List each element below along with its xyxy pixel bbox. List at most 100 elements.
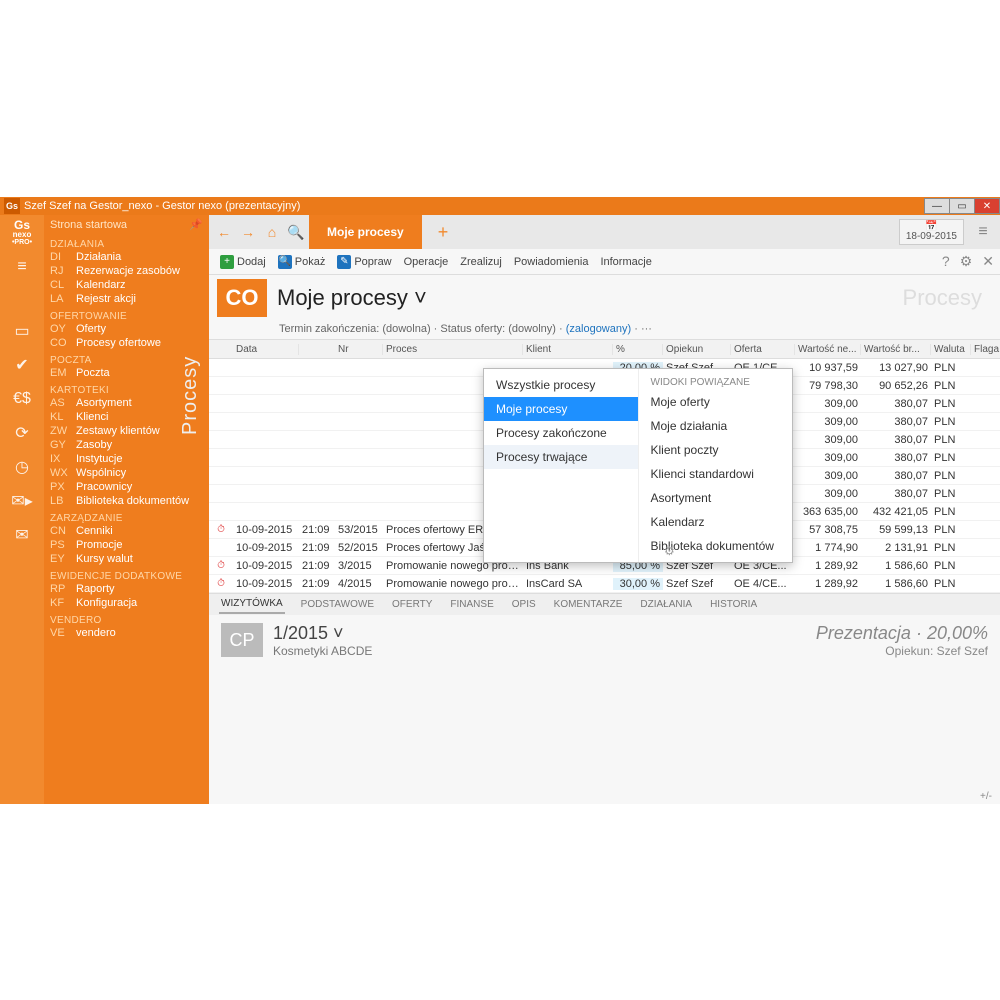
date-picker[interactable]: 📅 18-09-2015 xyxy=(899,219,964,245)
dropdown-gear-icon[interactable]: ⚙ xyxy=(664,544,675,558)
column-header[interactable]: Data xyxy=(233,344,299,355)
window-title: Szef Szef na Gestor_nexo - Gestor nexo (… xyxy=(24,200,300,212)
dropdown-related-item[interactable]: Klient poczty xyxy=(639,438,793,462)
nav-fwd-icon[interactable]: → xyxy=(237,221,259,243)
sidebar-item[interactable]: GYZasoby xyxy=(50,438,203,452)
column-header[interactable]: Wartość br... xyxy=(861,344,931,355)
column-header[interactable]: Wartość ne... xyxy=(795,344,861,355)
sidebar-item[interactable]: DIDziałania xyxy=(50,250,203,264)
column-header[interactable]: Opiekun xyxy=(663,344,731,355)
close-button[interactable]: ✕ xyxy=(974,198,1000,214)
dropdown-section-header: WIDOKI POWIĄZANE xyxy=(639,373,793,390)
sidebar-item[interactable]: RPRaporty xyxy=(50,582,203,596)
toolbar-notif[interactable]: Powiadomienia xyxy=(509,254,594,270)
sidebar-group-header: VENDERO xyxy=(50,612,203,626)
column-header[interactable]: Oferta xyxy=(731,344,795,355)
detail-tab[interactable]: OFERTY xyxy=(390,596,434,613)
column-header[interactable]: Flaga xyxy=(971,344,1000,355)
sidebar-item[interactable]: OYOferty xyxy=(50,322,203,336)
column-header[interactable]: Proces xyxy=(383,344,523,355)
dropdown-item[interactable]: Moje procesy xyxy=(484,397,638,421)
rail-mail-icon[interactable]: ✉ xyxy=(0,518,44,552)
rail-clock-arrow-icon[interactable]: ⟳ xyxy=(0,416,44,450)
detail-number[interactable]: 1/2015 ˅ xyxy=(273,623,372,644)
minimize-button[interactable]: — xyxy=(924,198,950,214)
close-panel-icon[interactable]: ✕ xyxy=(982,253,994,270)
sidebar-item[interactable]: LARejestr akcji xyxy=(50,292,203,306)
tab-bar: ← → ⌂ 🔍 Moje procesy + 📅 18-09-2015 ≡ xyxy=(209,215,1000,249)
dropdown-item[interactable]: Wszystkie procesy xyxy=(484,373,638,397)
sidebar-item[interactable]: CNCenniki xyxy=(50,524,203,538)
tab-active[interactable]: Moje procesy xyxy=(309,215,422,249)
rail-check-icon[interactable]: ✔ xyxy=(0,348,44,382)
sidebar-item[interactable]: CLKalendarz xyxy=(50,278,203,292)
tab-add-icon[interactable]: + xyxy=(424,222,463,243)
sidebar-item[interactable]: LBBiblioteka dokumentów xyxy=(50,494,203,508)
detail-tab[interactable]: DZIAŁANIA xyxy=(638,596,694,613)
detail-tab[interactable]: KOMENTARZE xyxy=(552,596,625,613)
maximize-button[interactable]: ▭ xyxy=(949,198,975,214)
rail-timer-icon[interactable]: ◷ xyxy=(0,450,44,484)
sidebar-item[interactable]: IXInstytucje xyxy=(50,452,203,466)
column-header[interactable]: Waluta xyxy=(931,344,971,355)
brand-block: Gs nexo •PRO• xyxy=(12,215,32,250)
detail-name: Kosmetyki ABCDE xyxy=(273,644,372,658)
toolbar-edit[interactable]: ✎Popraw xyxy=(332,253,396,271)
nav-back-icon[interactable]: ← xyxy=(213,221,235,243)
dropdown-related-item[interactable]: Biblioteka dokumentów xyxy=(639,534,793,558)
sidebar-item[interactable]: VEvendero xyxy=(50,626,203,640)
detail-tab[interactable]: OPIS xyxy=(510,596,538,613)
detail-tab[interactable]: HISTORIA xyxy=(708,596,759,613)
help-icon[interactable]: ? xyxy=(942,253,950,270)
hamburger-icon[interactable]: ≡ xyxy=(972,223,994,241)
detail-stage: Prezentacja · 20,00% xyxy=(816,623,988,644)
expand-toggle[interactable]: +/- xyxy=(209,789,1000,804)
ghost-title: Procesy xyxy=(903,285,992,311)
rail-card-icon[interactable]: ▭ xyxy=(0,314,44,348)
filter-user-link[interactable]: (zalogowany) xyxy=(566,323,631,335)
filter-bar[interactable]: Termin zakończenia: (dowolna) · Status o… xyxy=(209,321,1000,339)
toolbar-info[interactable]: Informacje xyxy=(595,254,656,270)
sidebar: Strona startowa📌 DZIAŁANIADIDziałaniaRJR… xyxy=(44,215,209,804)
column-header[interactable]: Klient xyxy=(523,344,613,355)
dropdown-related-item[interactable]: Klienci standardowi xyxy=(639,462,793,486)
sidebar-item[interactable]: EYKursy walut xyxy=(50,552,203,566)
sidebar-item[interactable]: RJRezerwacje zasobów xyxy=(50,264,203,278)
dropdown-related-item[interactable]: Kalendarz xyxy=(639,510,793,534)
sidebar-item[interactable]: KFKonfiguracja xyxy=(50,596,203,610)
column-header[interactable]: Nr xyxy=(335,344,383,355)
sidebar-item[interactable]: WXWspólnicy xyxy=(50,466,203,480)
sidebar-item[interactable]: COProcesy ofertowe xyxy=(50,336,203,350)
toolbar-ops[interactable]: Operacje xyxy=(399,254,454,270)
detail-tab[interactable]: WIZYTÓWKA xyxy=(219,595,285,614)
dropdown-related-item[interactable]: Asortyment xyxy=(639,486,793,510)
column-header[interactable]: % xyxy=(613,344,663,355)
magnifier-icon: 🔍 xyxy=(278,255,292,269)
sidebar-home[interactable]: Strona startowa📌 xyxy=(44,215,209,234)
gear-icon[interactable]: ⚙ xyxy=(960,253,973,270)
dropdown-item[interactable]: Procesy zakończone xyxy=(484,421,638,445)
toolbar-show[interactable]: 🔍Pokaż xyxy=(273,253,331,271)
toolbar-add[interactable]: +Dodaj xyxy=(215,253,271,271)
toolbar-realize[interactable]: Zrealizuj xyxy=(455,254,507,270)
rail-currency-icon[interactable]: €$ xyxy=(0,382,44,416)
pin-icon[interactable]: 📌 xyxy=(189,218,203,231)
sidebar-item[interactable]: PXPracownicy xyxy=(50,480,203,494)
sidebar-item[interactable]: PSPromocje xyxy=(50,538,203,552)
table-row[interactable]: ⏱10-09-201521:094/2015Promowanie nowego … xyxy=(209,575,1000,593)
detail-owner: Opiekun: Szef Szef xyxy=(816,644,988,658)
app-logo-icon: Gs xyxy=(4,198,20,214)
nav-search-icon[interactable]: 🔍 xyxy=(285,221,307,243)
icon-rail: Gs nexo •PRO• ≡ ▭ ✔ €$ ⟳ ◷ ✉▸ ✉ xyxy=(0,215,44,804)
dropdown-related-item[interactable]: Moje oferty xyxy=(639,390,793,414)
rail-menu-icon[interactable]: ≡ xyxy=(0,250,44,284)
vertical-ghost: Procesy xyxy=(179,356,202,435)
sidebar-group-header: EWIDENCJE DODATKOWE xyxy=(50,568,203,582)
dropdown-related-item[interactable]: Moje działania xyxy=(639,414,793,438)
detail-tab[interactable]: PODSTAWOWE xyxy=(299,596,376,613)
nav-home-icon[interactable]: ⌂ xyxy=(261,221,283,243)
dropdown-item[interactable]: Procesy trwające xyxy=(484,445,638,469)
detail-tab[interactable]: FINANSE xyxy=(448,596,495,613)
view-title-dropdown[interactable]: Moje procesy ˅ xyxy=(277,285,427,311)
rail-mail-out-icon[interactable]: ✉▸ xyxy=(0,484,44,518)
